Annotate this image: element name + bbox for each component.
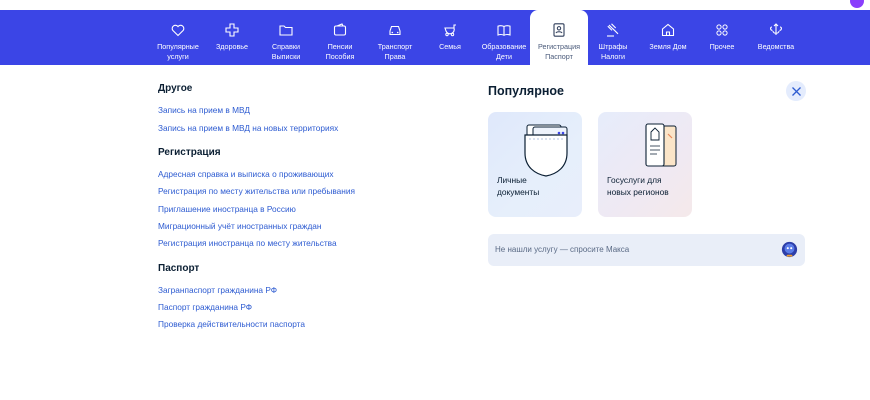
menu-link[interactable]: Адресная справка и выписка о проживающих bbox=[158, 169, 334, 179]
nav-label: Справки Выписки bbox=[271, 42, 301, 61]
house-icon bbox=[661, 23, 675, 37]
nav-item-health[interactable]: Здоровье bbox=[210, 10, 254, 65]
ask-text: Не нашли услугу — спросите Макса bbox=[495, 245, 630, 254]
close-button[interactable] bbox=[786, 81, 806, 101]
book-icon bbox=[497, 25, 511, 36]
menu-link[interactable]: Приглашение иностранца в Россию bbox=[158, 204, 296, 214]
gavel-icon bbox=[607, 23, 619, 37]
nav-item-land-home[interactable]: Земля Дом bbox=[644, 10, 692, 65]
stroller-icon bbox=[444, 24, 456, 37]
nav-item-other[interactable]: Прочее bbox=[700, 10, 744, 65]
nav-item-agencies[interactable]: Ведомства bbox=[750, 10, 802, 65]
nav-label: Ведомства bbox=[757, 42, 795, 51]
car-icon bbox=[389, 25, 401, 36]
section-title-passport: Паспорт bbox=[158, 263, 200, 274]
passport-book-icon bbox=[645, 123, 677, 167]
nav-item-popular[interactable]: Популярные услуги bbox=[152, 10, 204, 65]
wallet-icon bbox=[333, 23, 347, 36]
passport-icon bbox=[553, 23, 565, 37]
nav-label: Популярные услуги bbox=[157, 42, 199, 61]
card-label: Госуслуги для новых регионов bbox=[607, 175, 669, 197]
nav-item-certificates[interactable]: Справки Выписки bbox=[264, 10, 308, 65]
top-strip bbox=[0, 0, 870, 10]
document-pocket-icon bbox=[524, 124, 568, 177]
nav-item-family[interactable]: Семья bbox=[430, 10, 470, 65]
menu-link[interactable]: Регистрация иностранца по месту жительст… bbox=[158, 238, 337, 248]
medical-cross-icon bbox=[225, 23, 239, 37]
emblem-icon bbox=[770, 23, 782, 35]
menu-link[interactable]: Регистрация по месту жительства или преб… bbox=[158, 186, 355, 196]
menu-link[interactable]: Загранпаспорт гражданина РФ bbox=[158, 285, 277, 295]
category-nav: Популярные услуги Здоровье Справки Выпис… bbox=[0, 10, 870, 65]
section-title-registration: Регистрация bbox=[158, 147, 221, 158]
nav-item-transport[interactable]: Транспорт Права bbox=[370, 10, 420, 65]
nav-item-pensions[interactable]: Пенсии Пособия bbox=[318, 10, 362, 65]
section-title-other: Другое bbox=[158, 83, 193, 94]
nav-label: Транспорт Права bbox=[377, 42, 413, 61]
grid-icon bbox=[716, 24, 728, 36]
robot-max-icon[interactable] bbox=[780, 240, 799, 259]
nav-item-fines[interactable]: Штрафы Налоги bbox=[590, 10, 636, 65]
nav-label: Регистрация Паспорт bbox=[537, 42, 580, 61]
folder-icon bbox=[279, 25, 293, 36]
nav-item-registration[interactable]: Регистрация Паспорт bbox=[530, 10, 588, 65]
popular-card-new-regions[interactable]: Госуслуги для новых регионов bbox=[598, 112, 692, 217]
menu-link[interactable]: Проверка действительности паспорта bbox=[158, 319, 305, 329]
nav-label: Земля Дом bbox=[649, 42, 687, 51]
nav-label: Прочее bbox=[709, 42, 735, 51]
close-icon bbox=[791, 86, 801, 96]
menu-link[interactable]: Запись на прием в МВД на новых территори… bbox=[158, 123, 338, 133]
nav-item-education[interactable]: Образование Дети bbox=[478, 10, 530, 65]
popular-card-documents[interactable]: Личные документы bbox=[488, 112, 582, 217]
menu-link[interactable]: Паспорт гражданина РФ bbox=[158, 302, 252, 312]
ask-max-bar[interactable]: Не нашли услугу — спросите Макса bbox=[488, 234, 805, 266]
nav-label: Пенсии Пособия bbox=[325, 42, 355, 61]
popular-title: Популярное bbox=[488, 84, 564, 98]
heart-icon bbox=[171, 24, 185, 37]
nav-label: Штрафы Налоги bbox=[598, 42, 628, 61]
nav-label: Здоровье bbox=[215, 42, 249, 51]
menu-link[interactable]: Запись на прием в МВД bbox=[158, 105, 250, 115]
nav-label: Семья bbox=[439, 42, 461, 51]
card-label: Личные документы bbox=[497, 175, 540, 197]
menu-link[interactable]: Миграционный учёт иностранных граждан bbox=[158, 221, 322, 231]
nav-label: Образование Дети bbox=[481, 42, 527, 61]
